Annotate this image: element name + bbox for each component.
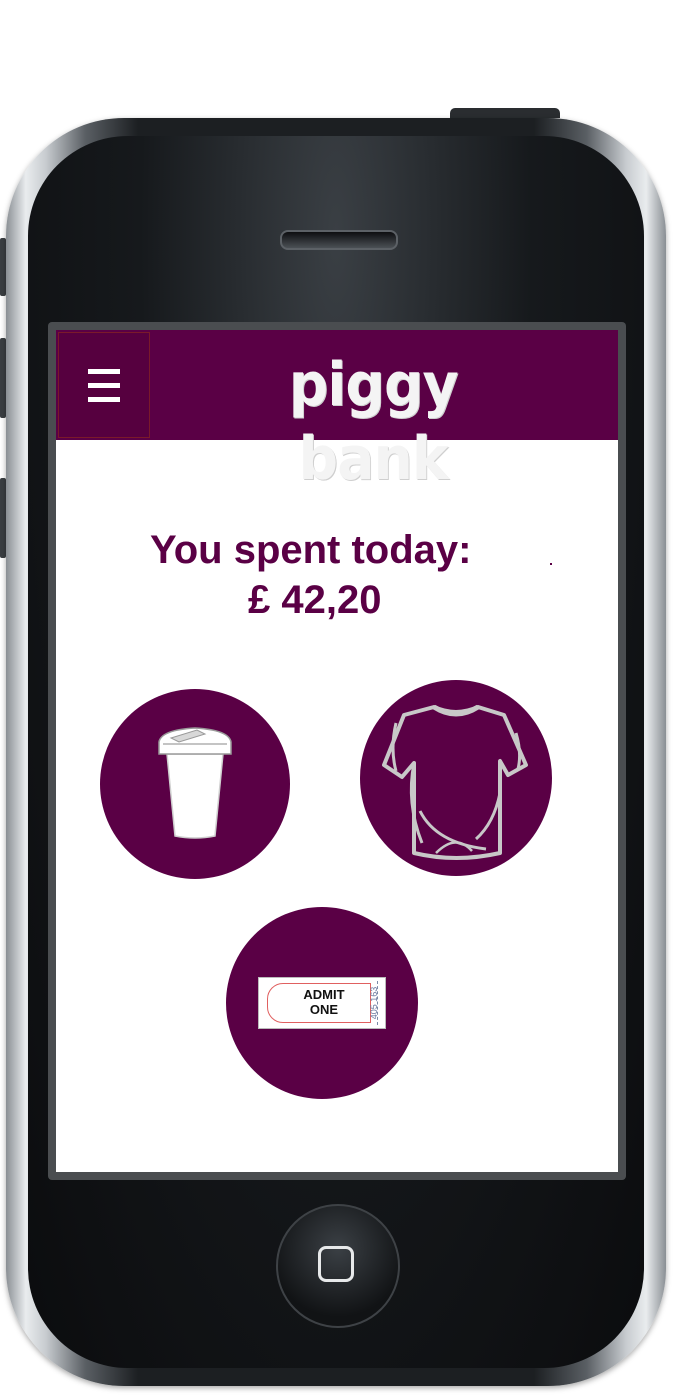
home-button-icon bbox=[318, 1246, 354, 1282]
category-coffee-button[interactable] bbox=[100, 689, 290, 879]
decorative-dot bbox=[550, 563, 552, 565]
category-clothes-button[interactable] bbox=[360, 680, 552, 876]
app-title: piggy bank bbox=[288, 350, 459, 494]
ticket-number: 405 163 bbox=[369, 986, 379, 1020]
hamburger-menu-icon bbox=[88, 368, 120, 402]
coffee-cup-icon bbox=[158, 727, 232, 839]
home-button[interactable] bbox=[276, 1204, 400, 1328]
ticket-icon: ADMIT ONE 405 163 bbox=[258, 977, 386, 1029]
spent-today-label: You spent today: bbox=[150, 528, 472, 572]
power-button bbox=[450, 108, 560, 118]
t-shirt-icon bbox=[382, 704, 528, 860]
app-header: piggy bank bbox=[56, 330, 618, 494]
earpiece-speaker bbox=[280, 230, 398, 250]
spent-today-amount: £ 42,20 bbox=[248, 578, 382, 622]
category-tickets-button[interactable]: ADMIT ONE 405 163 bbox=[226, 907, 418, 1099]
menu-button[interactable] bbox=[58, 332, 150, 438]
app-screen: piggy bank You spent today: £ 42,20 ADMI bbox=[56, 330, 618, 1172]
ticket-label: ADMIT ONE bbox=[303, 987, 345, 1017]
